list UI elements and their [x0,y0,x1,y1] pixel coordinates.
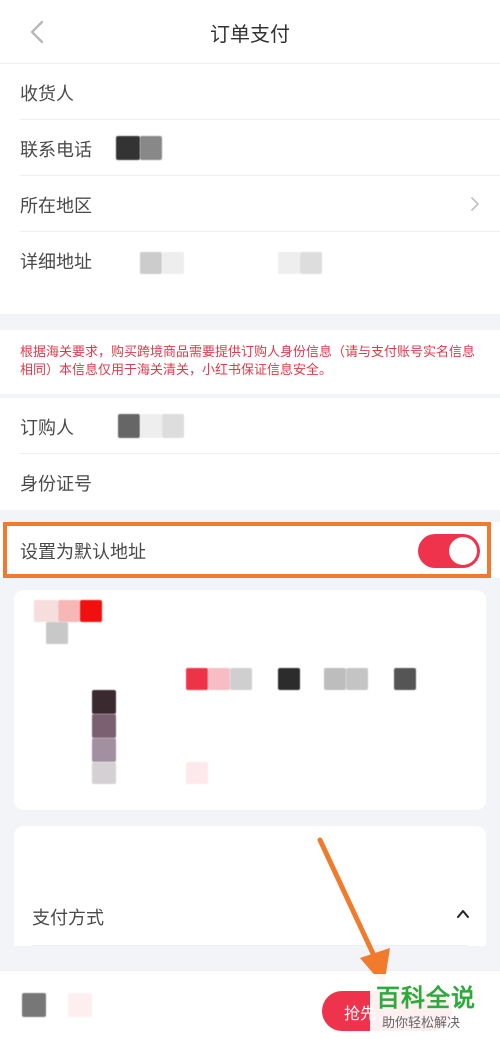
chevron-right-icon [471,197,479,211]
product-image-redacted [92,738,116,762]
product-title-redacted [278,668,300,690]
customs-notice: 根据海关要求，购买跨境商品需要提供订购人身份信息（请与支付账号实名信息相同）本信… [0,330,500,394]
phone-value-redacted [116,136,140,160]
watermark-logo: 百科全说 助你轻松解决 [370,974,494,1036]
product-title-redacted [208,668,230,690]
address-value-redacted [278,252,300,274]
shop-avatar-redacted [58,600,80,622]
phone-row[interactable]: 联系电话 [0,120,500,176]
receiver-label: 收货人 [20,84,74,105]
shop-avatar-redacted [46,622,68,644]
buyer-section: 订购人 身份证号 [0,398,500,510]
address-value-redacted [162,252,184,274]
receiver-row[interactable]: 收货人 [0,64,500,120]
id-number-row[interactable]: 身份证号 [0,454,500,510]
product-title-redacted [394,668,416,690]
buyer-row[interactable]: 订购人 [0,398,500,454]
chevron-up-icon[interactable] [456,908,470,920]
phone-label: 联系电话 [20,140,92,161]
total-price-redacted [68,993,92,1017]
detail-address-label: 详细地址 [20,252,92,273]
region-row[interactable]: 所在地区 [0,176,500,232]
address-value-redacted [140,252,162,274]
product-title-redacted [186,668,208,690]
product-card [14,590,486,810]
product-title-redacted [230,668,252,690]
address-section: 收货人 联系电话 所在地区 详细地址 [0,64,500,314]
watermark-subtitle: 助你轻松解决 [382,1016,461,1031]
buyer-value-redacted [140,414,162,438]
product-image-redacted [92,762,116,784]
buyer-value-redacted [118,414,140,438]
top-bar: 订单支付 [0,0,500,64]
payment-method-label: 支付方式 [32,908,104,929]
phone-value-redacted [140,136,162,160]
detail-address-row[interactable]: 详细地址 [0,232,500,288]
product-image-redacted [92,690,116,714]
address-value-redacted [300,252,322,274]
payment-method-row[interactable]: 支付方式 [14,886,486,946]
buyer-value-redacted [162,414,184,438]
orange-highlight-box [3,522,491,578]
total-price-redacted [22,993,46,1017]
buyer-label: 订购人 [20,418,74,439]
product-title-redacted [346,668,368,690]
watermark-title: 百科全说 [376,984,476,1012]
product-image-redacted [92,714,116,738]
product-title-redacted [324,668,346,690]
shop-avatar-redacted [80,600,102,622]
id-number-label: 身份证号 [20,474,92,495]
product-price-redacted [186,762,208,784]
region-label: 所在地区 [20,196,92,217]
shop-avatar-redacted [34,600,58,622]
divider [32,945,468,946]
page-title: 订单支付 [210,22,290,46]
